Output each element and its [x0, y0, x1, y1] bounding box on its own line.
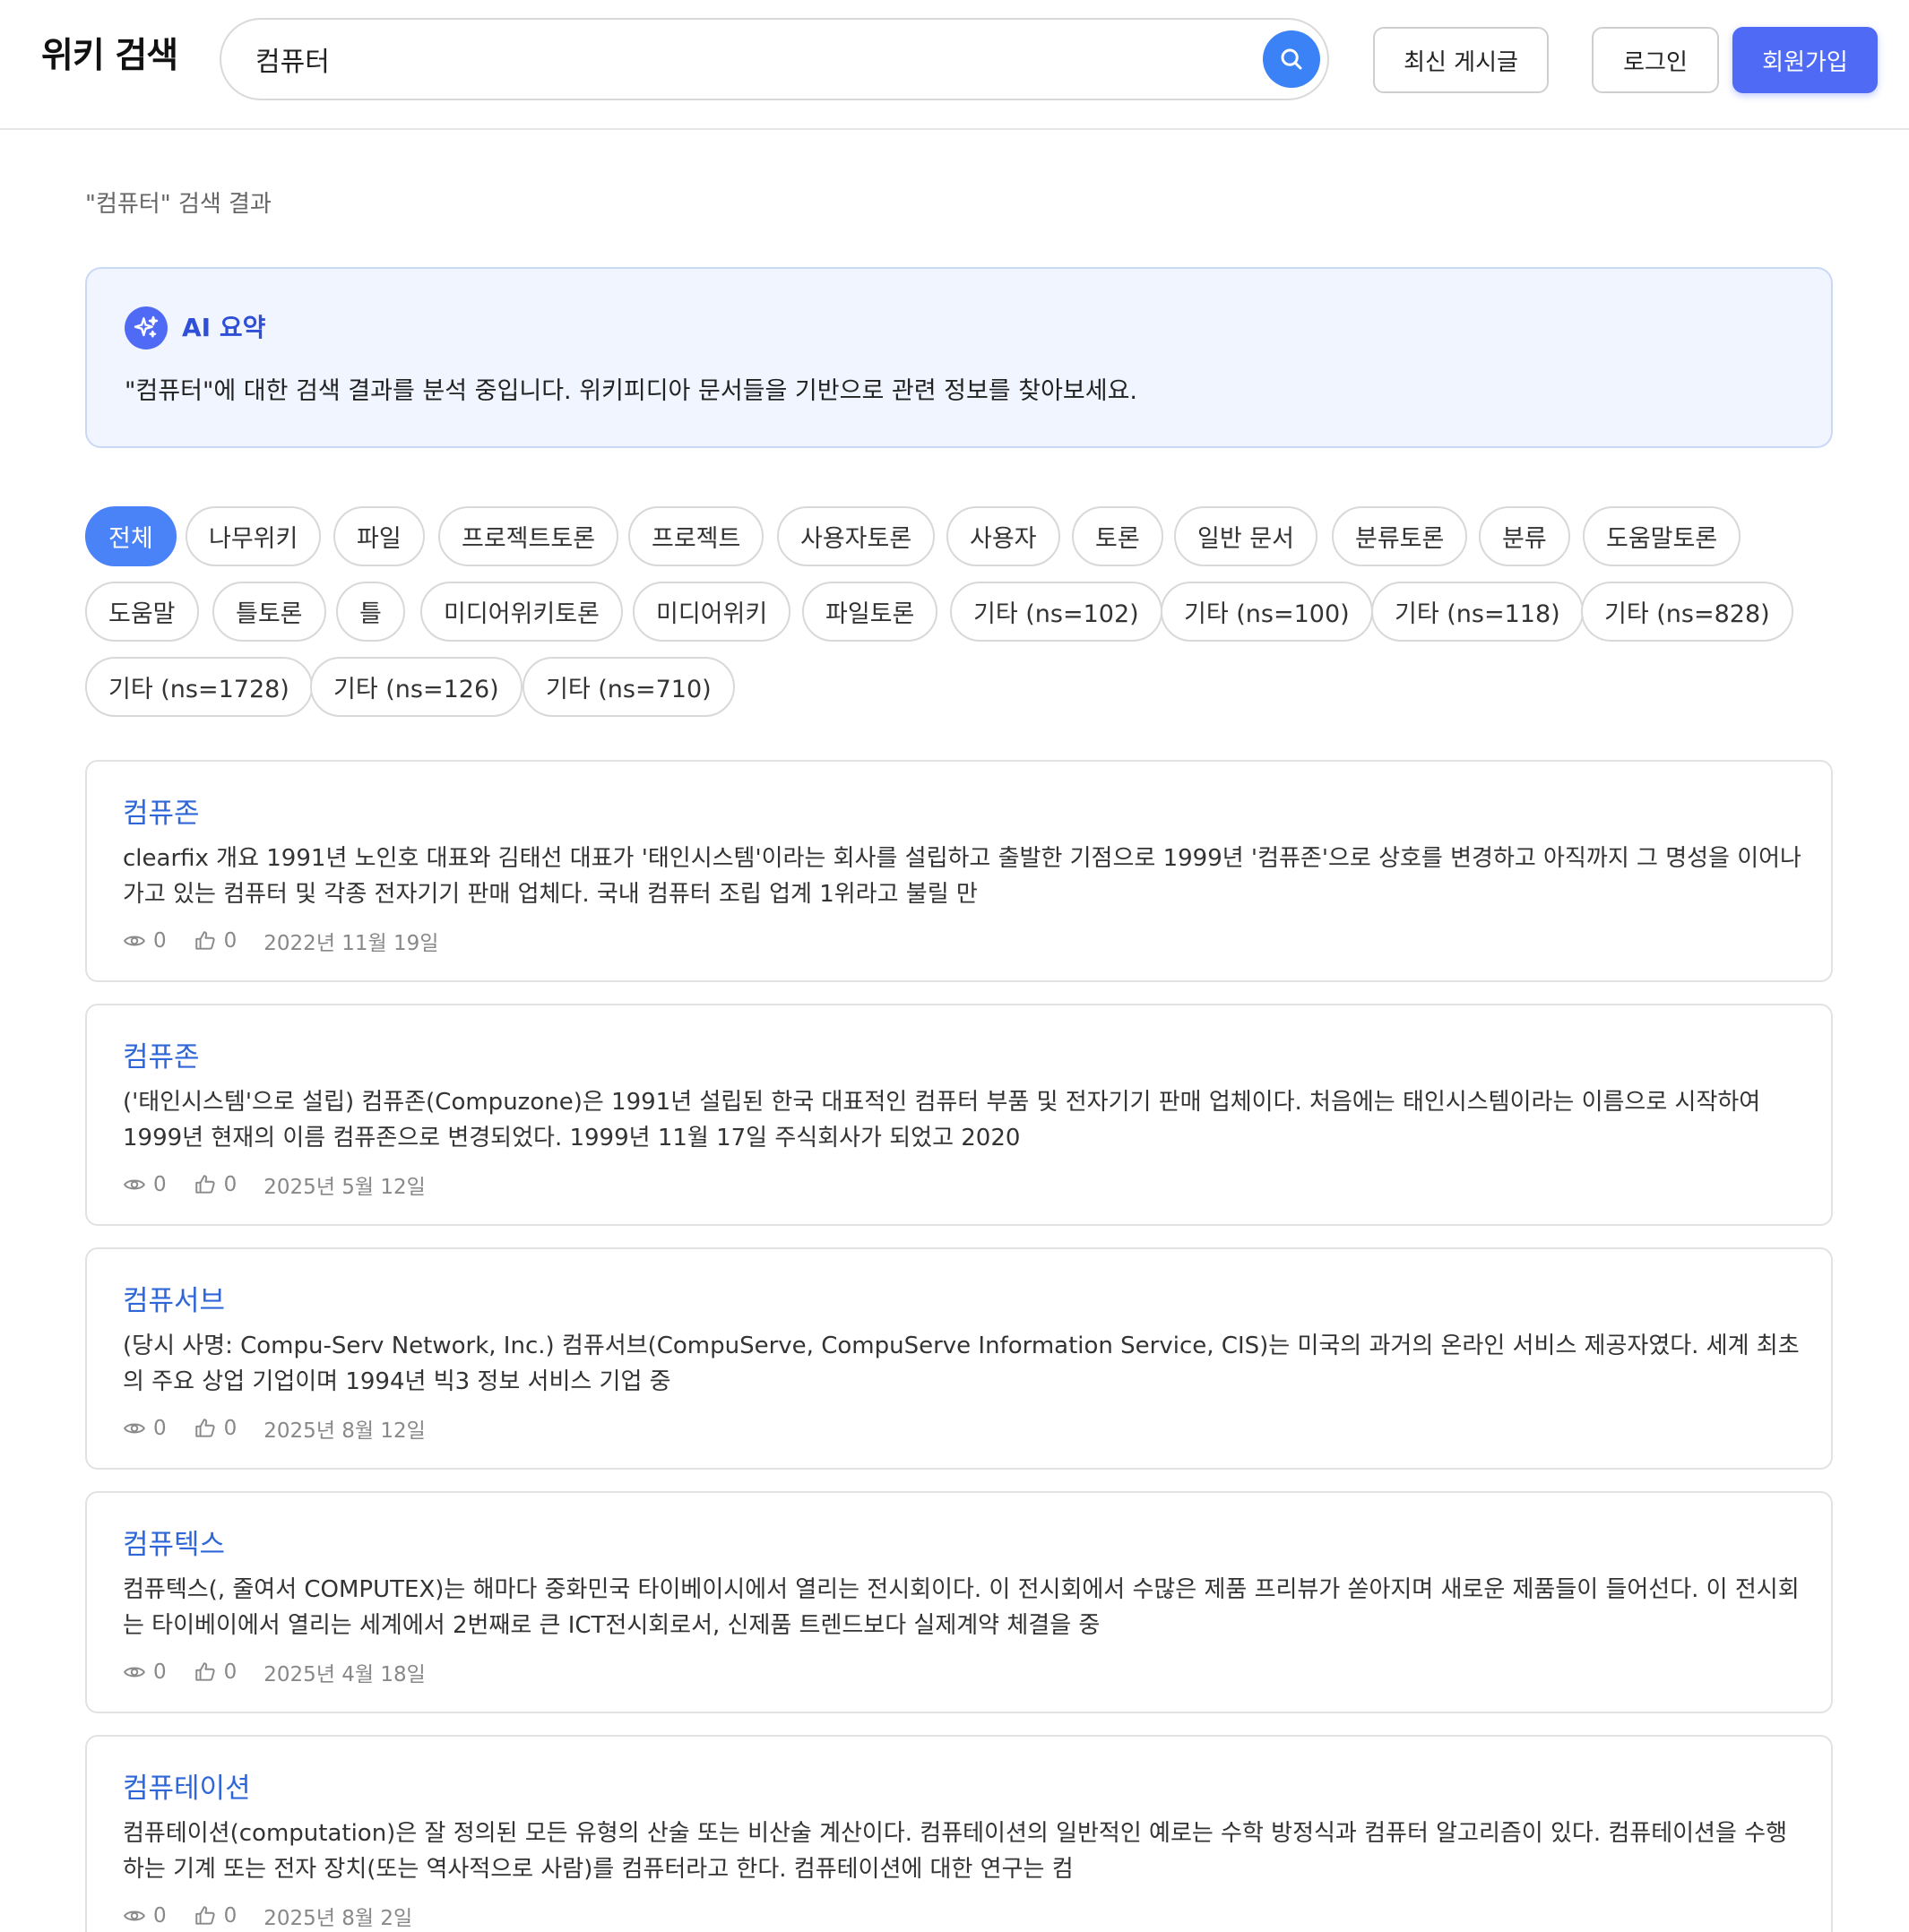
search-result-card[interactable]: 컴퓨텍스 컴퓨텍스(, 줄여서 COMPUTEX)는 해마다 중화민국 타이베이… [85, 1491, 1833, 1713]
filter-chip[interactable]: 기타 (ns=118) [1371, 582, 1584, 642]
filter-chip[interactable]: 토론 [1072, 506, 1163, 566]
result-snippet: 컴퓨테이션(computation)은 잘 정의된 모든 유형의 산술 또는 비… [123, 1820, 1787, 1883]
search-result-card[interactable]: 컴퓨존 clearfix 개요 1991년 노인호 대표와 김태선 대표가 '태… [85, 760, 1833, 982]
eye-icon [124, 936, 145, 946]
filter-chip[interactable]: 도움말 [85, 582, 199, 642]
result-snippet: clearfix 개요 1991년 노인호 대표와 김태선 대표가 '태인시스템… [123, 845, 1801, 908]
view-count: 0 [123, 929, 167, 953]
result-meta: 0 0 2025년 5월 12일 [123, 1169, 453, 1200]
like-count: 0 [194, 1904, 238, 1928]
result-snippet: ('태인시스템'으로 설립) 컴퓨존(Compuzone)은 1991년 설립된… [123, 1089, 1761, 1151]
search-button[interactable] [1263, 30, 1320, 88]
like-count-value: 0 [223, 1173, 238, 1196]
sparkle-icon [125, 306, 168, 349]
filter-chip[interactable]: 프로젝트토론 [438, 506, 619, 566]
signup-button[interactable]: 회원가입 [1732, 27, 1878, 93]
result-meta: 0 0 2025년 4월 18일 [123, 1657, 453, 1687]
result-meta: 0 0 2025년 8월 12일 [123, 1413, 453, 1444]
result-title-link[interactable]: 컴퓨존 [123, 1038, 200, 1077]
like-count: 0 [194, 929, 238, 953]
thumbs-up-icon [194, 931, 215, 950]
ai-summary-panel: AI 요약 "컴퓨터"에 대한 검색 결과를 분석 중입니다. 위키피디아 문서… [85, 267, 1833, 448]
view-count: 0 [123, 1904, 167, 1928]
view-count: 0 [123, 1417, 167, 1440]
like-count: 0 [194, 1173, 238, 1196]
filter-chip[interactable]: 분류토론 [1332, 506, 1468, 566]
view-count-value: 0 [153, 929, 167, 953]
like-count-value: 0 [223, 1660, 238, 1684]
view-count-value: 0 [153, 1417, 167, 1440]
filter-chip[interactable]: 틀토론 [212, 582, 326, 642]
view-count-value: 0 [153, 1660, 167, 1684]
filter-chip[interactable]: 기타 (ns=1728) [85, 657, 313, 717]
like-count-value: 0 [223, 1904, 238, 1928]
filter-chip[interactable]: 파일토론 [802, 582, 938, 642]
thumbs-up-icon [194, 1906, 215, 1925]
filter-chip[interactable]: 미디어위키토론 [420, 582, 623, 642]
search-result-card[interactable]: 컴퓨테이션 컴퓨테이션(computation)은 잘 정의된 모든 유형의 산… [85, 1735, 1833, 1932]
filter-chip[interactable]: 미디어위키 [633, 582, 791, 642]
result-meta: 0 0 2025년 8월 2일 [123, 1901, 439, 1931]
filter-chip[interactable]: 기타 (ns=710) [523, 657, 735, 717]
result-title-link[interactable]: 컴퓨존 [123, 794, 200, 833]
like-count: 0 [194, 1417, 238, 1440]
filter-chip[interactable]: 파일 [333, 506, 425, 566]
filter-chip[interactable]: 기타 (ns=828) [1581, 582, 1793, 642]
login-button[interactable]: 로그인 [1592, 27, 1719, 93]
view-count: 0 [123, 1660, 167, 1684]
site-logo[interactable]: 위키 검색 [41, 34, 178, 79]
filter-chip[interactable]: 일반 문서 [1174, 506, 1317, 566]
result-date: 2022년 11월 19일 [263, 932, 439, 955]
filter-chip[interactable]: 사용자 [946, 506, 1060, 566]
filter-chip[interactable]: 분류 [1479, 506, 1570, 566]
result-snippet: (당시 사명: Compu-Serv Network, Inc.) 컴퓨서브(C… [123, 1333, 1800, 1395]
result-snippet: 컴퓨텍스(, 줄여서 COMPUTEX)는 해마다 중화민국 타이베이시에서 열… [123, 1576, 1800, 1639]
filter-chip-all[interactable]: 전체 [85, 506, 177, 566]
like-count: 0 [194, 1660, 238, 1684]
filter-chip[interactable]: 도움말토론 [1583, 506, 1741, 566]
filter-chip[interactable]: 틀 [336, 582, 405, 642]
thumbs-up-icon [194, 1419, 215, 1437]
result-date: 2025년 8월 2일 [263, 1907, 413, 1930]
thumbs-up-icon [194, 1662, 215, 1681]
thumbs-up-icon [194, 1175, 215, 1194]
view-count-value: 0 [153, 1904, 167, 1928]
ai-summary-title: AI 요약 [182, 313, 266, 342]
result-title-link[interactable]: 컴퓨서브 [123, 1281, 225, 1321]
search-result-card[interactable]: 컴퓨서브 (당시 사명: Compu-Serv Network, Inc.) 컴… [85, 1247, 1833, 1470]
like-count-value: 0 [223, 929, 238, 953]
eye-icon [124, 1423, 145, 1434]
search-result-card[interactable]: 컴퓨존 ('태인시스템'으로 설립) 컴퓨존(Compuzone)은 1991년… [85, 1004, 1833, 1226]
view-count: 0 [123, 1173, 167, 1196]
filter-chip[interactable]: 기타 (ns=100) [1161, 582, 1373, 642]
filter-chip[interactable]: 사용자토론 [777, 506, 936, 566]
search-bar[interactable] [220, 18, 1329, 100]
ai-summary-text: "컴퓨터"에 대한 검색 결과를 분석 중입니다. 위키피디아 문서들을 기반으… [125, 377, 1138, 405]
like-count-value: 0 [223, 1417, 238, 1440]
eye-icon [124, 1179, 145, 1190]
result-meta: 0 0 2022년 11월 19일 [123, 926, 465, 956]
results-heading: "컴퓨터" 검색 결과 [85, 191, 272, 218]
search-input[interactable] [255, 36, 1152, 82]
result-title-link[interactable]: 컴퓨테이션 [123, 1769, 251, 1808]
search-icon [1281, 48, 1302, 70]
filter-chip[interactable]: 프로젝트 [628, 506, 764, 566]
top-header: 위키 검색 최신 게시글 로그인 회원가입 [0, 0, 1909, 130]
eye-icon [124, 1910, 145, 1921]
result-date: 2025년 5월 12일 [263, 1176, 426, 1199]
result-title-link[interactable]: 컴퓨텍스 [123, 1525, 225, 1565]
result-date: 2025년 8월 12일 [263, 1419, 426, 1443]
eye-icon [124, 1667, 145, 1678]
filter-chip[interactable]: 나무위키 [186, 506, 322, 566]
view-count-value: 0 [153, 1173, 167, 1196]
recent-posts-button[interactable]: 최신 게시글 [1373, 27, 1549, 93]
filter-chip[interactable]: 기타 (ns=102) [950, 582, 1162, 642]
result-date: 2025년 4월 18일 [263, 1663, 426, 1686]
filter-chip[interactable]: 기타 (ns=126) [310, 657, 523, 717]
